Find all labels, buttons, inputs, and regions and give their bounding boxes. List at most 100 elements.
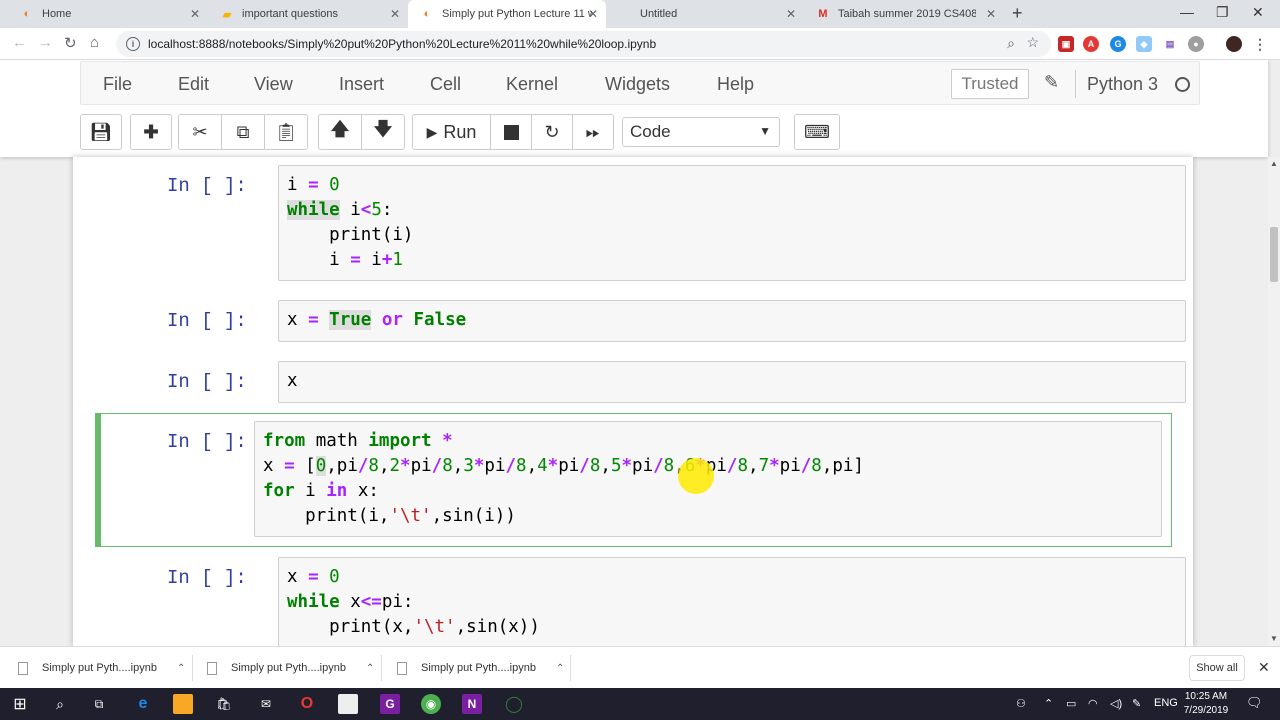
mail-icon[interactable]: ✉ <box>256 694 276 714</box>
menu-view[interactable]: View <box>254 74 293 95</box>
extension-icon[interactable]: ● <box>1188 36 1204 52</box>
chevron-up-icon[interactable]: ⌃ <box>366 663 374 674</box>
chevron-up-icon[interactable]: ⌃ <box>556 663 564 674</box>
tab-untitled[interactable]: Untitled ✕ <box>606 0 804 28</box>
window-close-icon[interactable]: ✕ <box>1252 4 1264 21</box>
tab-title: Simply put Python Lecture 11 wh <box>442 8 592 20</box>
people-icon[interactable]: ⚇ <box>1016 697 1026 710</box>
code-input[interactable]: x = True or False <box>278 300 1186 342</box>
windows-start-icon[interactable]: ⊞ <box>10 694 30 714</box>
home-icon[interactable]: ⌂ <box>90 34 99 51</box>
close-icon[interactable]: ✕ <box>390 7 400 21</box>
menu-kernel[interactable]: Kernel <box>506 74 558 95</box>
restart-run-all-button[interactable]: ⏩︎ <box>572 114 614 150</box>
move-down-button[interactable]: 🡇 <box>361 114 405 150</box>
app-icon[interactable]: G <box>380 694 400 714</box>
save-button[interactable]: 💾︎ <box>80 114 122 150</box>
chevron-up-icon[interactable]: ⌃ <box>1044 697 1053 710</box>
pencil-icon[interactable]: ✎ <box>1044 72 1059 93</box>
plus-icon: ✚ <box>143 121 159 142</box>
tab-important-questions[interactable]: ▰ important questions ✕ <box>208 0 408 28</box>
extension-icon[interactable]: ◆ <box>1136 36 1152 52</box>
move-up-button[interactable]: 🡅 <box>318 114 362 150</box>
maximize-icon[interactable]: ❐ <box>1216 4 1229 21</box>
tab-lecture-11[interactable]: ◐ Simply put Python Lecture 11 wh ✕ <box>408 0 606 28</box>
code-input[interactable]: i = 0 while i<5: print(i) i = i+1 <box>278 165 1186 281</box>
menu-insert[interactable]: Insert <box>339 74 384 95</box>
avatar[interactable] <box>1226 36 1242 52</box>
notifications-icon[interactable]: 🗨︎ <box>1246 695 1263 711</box>
extension-icon[interactable]: ▣ <box>1058 36 1074 52</box>
restart-button[interactable]: ↻ <box>531 114 573 150</box>
zoom-icon[interactable]: ⌕ <box>1007 35 1015 52</box>
scroll-up-icon[interactable]: ▲ <box>1270 159 1278 168</box>
download-item[interactable]: Simply put Pyth....ipynb ⌃ <box>207 647 374 689</box>
reload-icon[interactable]: ↻ <box>64 34 77 52</box>
command-palette-button[interactable]: ⌨ <box>794 114 840 150</box>
menu-edit[interactable]: Edit <box>178 74 209 95</box>
trusted-indicator[interactable]: Trusted <box>951 69 1029 99</box>
tab-gmail[interactable]: M Taibah summer 2019 CS408 scor ✕ <box>804 0 1004 28</box>
close-icon[interactable]: ✕ <box>190 7 200 21</box>
notepad-icon[interactable] <box>338 694 358 714</box>
onenote-icon[interactable]: N <box>462 694 482 714</box>
forward-icon[interactable]: → <box>38 34 53 51</box>
stop-icon <box>503 124 519 140</box>
code-input[interactable]: x = 0 while x<=pi: print(x,'\t',sin(x)) <box>278 557 1186 646</box>
show-all-button[interactable]: Show all <box>1189 655 1245 681</box>
close-icon[interactable]: ✕ <box>786 7 796 21</box>
store-icon[interactable]: 🛍︎ <box>214 694 234 714</box>
back-icon[interactable]: ← <box>12 34 27 51</box>
chevron-up-icon[interactable]: ⌃ <box>177 663 185 674</box>
close-icon[interactable]: ✕ <box>1258 659 1270 676</box>
paste-button[interactable]: 📋︎ <box>264 114 308 150</box>
interrupt-button[interactable] <box>490 114 532 150</box>
battery-icon[interactable]: ▭ <box>1066 697 1076 710</box>
menu-file[interactable]: File <box>103 74 132 95</box>
chrome-icon[interactable]: ◉ <box>421 694 441 714</box>
insert-cell-button[interactable]: ✚ <box>130 114 172 150</box>
grammarly-icon[interactable]: G <box>1110 36 1126 52</box>
download-item[interactable]: Simply put Pyth....ipynb ⌃ <box>397 647 564 689</box>
edge-icon[interactable]: e <box>133 694 153 714</box>
wifi-icon[interactable]: ◠ <box>1088 697 1098 710</box>
info-icon[interactable]: i <box>126 37 140 51</box>
copy-button[interactable]: ⧉ <box>221 114 265 150</box>
code-cell[interactable]: In [ ]: x = 0 while x<=pi: print(x,'\t',… <box>97 557 1186 646</box>
pen-icon[interactable]: ✎ <box>1132 697 1141 710</box>
code-cell-selected[interactable]: In [ ]: from math import * x = [0,pi/8,2… <box>95 413 1172 547</box>
close-icon[interactable]: ✕ <box>986 7 996 21</box>
code-input[interactable]: x <box>278 361 1186 403</box>
opera-icon[interactable]: O <box>297 694 317 714</box>
file-explorer-icon[interactable] <box>173 694 193 714</box>
kebab-menu-icon[interactable]: ⋮ <box>1252 36 1268 52</box>
scroll-down-icon[interactable]: ▼ <box>1270 634 1278 643</box>
volume-icon[interactable]: ◁) <box>1110 697 1122 710</box>
search-icon[interactable]: ⌕ <box>50 694 70 714</box>
url-field[interactable]: i localhost:8888/notebooks/Simply%20put%… <box>116 31 1051 57</box>
tab-home[interactable]: ◐ Home ✕ <box>8 0 208 28</box>
menu-help[interactable]: Help <box>717 74 754 95</box>
adblock-icon[interactable]: A <box>1083 36 1099 52</box>
extension-icon[interactable]: ▤ <box>1162 36 1178 52</box>
minimize-icon[interactable]: — <box>1180 4 1194 20</box>
new-tab-button[interactable]: + <box>1012 3 1023 24</box>
code-cell[interactable]: In [ ]: x <box>97 361 1186 405</box>
menu-widgets[interactable]: Widgets <box>605 74 670 95</box>
run-button[interactable]: ▶︎ Run <box>412 114 491 150</box>
app-icon[interactable]: ◯ <box>504 694 524 714</box>
code-cell[interactable]: In [ ]: i = 0 while i<5: print(i) i = i+… <box>97 165 1186 283</box>
menu-cell[interactable]: Cell <box>430 74 461 95</box>
download-item[interactable]: Simply put Pyth....ipynb ⌃ <box>18 647 185 689</box>
task-view-icon[interactable]: ⧉ <box>89 694 109 714</box>
close-icon[interactable]: ✕ <box>588 7 598 21</box>
code-cell[interactable]: In [ ]: x = True or False <box>97 300 1186 344</box>
language-indicator[interactable]: ENG <box>1154 697 1178 709</box>
scroll-thumb[interactable] <box>1270 227 1278 282</box>
bookmark-star-icon[interactable]: ☆ <box>1026 34 1039 51</box>
page-scrollbar[interactable]: ▲ ▼ <box>1268 157 1280 646</box>
cut-button[interactable]: ✂ <box>178 114 222 150</box>
cell-type-select[interactable]: Code ▼ <box>622 117 780 147</box>
downloads-bar: Simply put Pyth....ipynb ⌃ Simply put Py… <box>0 646 1280 688</box>
clock[interactable]: 10:25 AM 7/29/2019 <box>1176 690 1236 718</box>
